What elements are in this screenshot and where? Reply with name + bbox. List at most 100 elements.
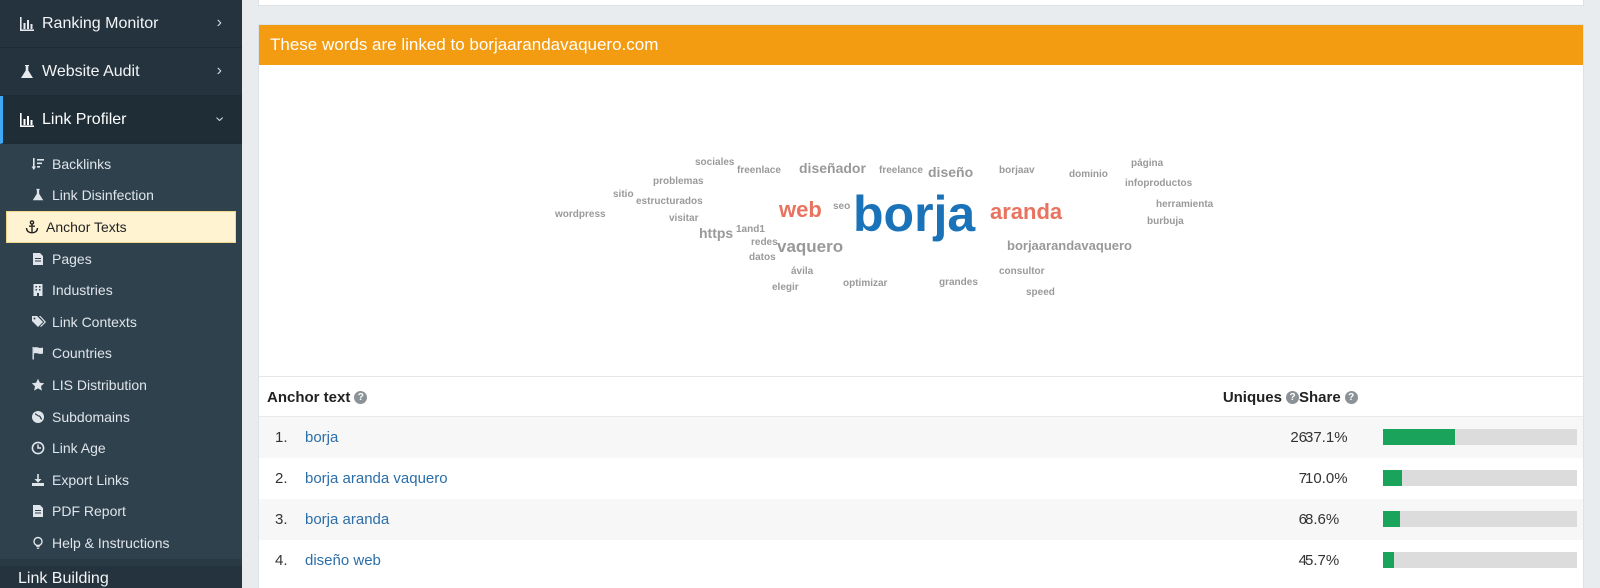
anchor-text-link[interactable]: diseño web bbox=[305, 552, 381, 569]
table-header: Anchor text ? Uniques ? Share ? bbox=[259, 377, 1583, 417]
anchor-table-body: 1. borja 26 37.1% 2. borja aranda vaquer… bbox=[259, 417, 1583, 581]
table-row: 4. diseño web 4 5.7% bbox=[259, 540, 1583, 581]
link-profiler-submenu: Backlinks Link Disinfection Anchor Texts… bbox=[0, 144, 242, 559]
row-number: 1. bbox=[275, 429, 288, 446]
cloud-word[interactable]: ávila bbox=[791, 267, 813, 277]
cloud-word[interactable]: freelance bbox=[879, 166, 923, 176]
cloud-word[interactable]: diseño bbox=[928, 165, 973, 179]
help-icon[interactable]: ? bbox=[1344, 391, 1358, 404]
sidebar-item-label: Link Age bbox=[52, 440, 106, 457]
sidebar-item-anchor-texts[interactable]: Anchor Texts bbox=[6, 211, 236, 243]
flag-icon bbox=[30, 345, 46, 361]
row-number: 4. bbox=[275, 552, 288, 569]
anchor-text-link[interactable]: borja bbox=[305, 429, 338, 446]
sidebar-item-label: Subdomains bbox=[52, 408, 130, 425]
anchor-text-link[interactable]: borja aranda vaquero bbox=[305, 470, 448, 487]
sidebar-item-link-contexts[interactable]: Link Contexts bbox=[6, 306, 236, 338]
cloud-word[interactable]: borja bbox=[853, 189, 975, 239]
sidebar-item-label: LIS Distribution bbox=[52, 376, 147, 393]
share-bar bbox=[1383, 511, 1577, 527]
flask-icon bbox=[30, 187, 46, 203]
row-number: 2. bbox=[275, 470, 288, 487]
globe-icon bbox=[30, 409, 46, 425]
cloud-word[interactable]: dominio bbox=[1069, 170, 1108, 180]
cloud-word[interactable]: freenlace bbox=[737, 166, 781, 176]
cloud-word[interactable]: aranda bbox=[990, 201, 1062, 223]
cloud-word[interactable]: problemas bbox=[653, 177, 704, 187]
cloud-word[interactable]: burbuja bbox=[1147, 217, 1184, 227]
nav-ranking-monitor[interactable]: Ranking Monitor › bbox=[0, 0, 242, 48]
cloud-word[interactable]: página bbox=[1131, 159, 1163, 169]
sidebar-item-industries[interactable]: Industries bbox=[6, 274, 236, 306]
header-share: Share ? bbox=[1299, 389, 1358, 406]
sidebar-item-help[interactable]: Help & Instructions bbox=[6, 527, 236, 559]
cloud-word[interactable]: 1and1 bbox=[736, 225, 765, 235]
cloud-word[interactable]: diseñador bbox=[799, 161, 866, 175]
cloud-word[interactable]: speed bbox=[1026, 288, 1055, 298]
share-percent: 37.1% bbox=[1305, 429, 1348, 446]
cloud-word[interactable]: herramienta bbox=[1156, 200, 1213, 210]
sidebar-item-countries[interactable]: Countries bbox=[6, 338, 236, 370]
sidebar-item-label: Backlinks bbox=[52, 155, 112, 172]
sidebar-item-label: Help & Instructions bbox=[52, 534, 170, 551]
sidebar-item-label: Countries bbox=[52, 345, 112, 362]
sidebar-item-label: Anchor Texts bbox=[46, 218, 127, 235]
sidebar-item-label: Industries bbox=[52, 282, 113, 299]
help-icon[interactable]: ? bbox=[1286, 391, 1299, 404]
sidebar-item-link-disinfection[interactable]: Link Disinfection bbox=[6, 180, 236, 212]
cloud-word[interactable]: sociales bbox=[695, 158, 734, 168]
share-percent: 8.6% bbox=[1305, 511, 1340, 528]
share-bar bbox=[1383, 552, 1577, 568]
sidebar-item-export-links[interactable]: Export Links bbox=[6, 464, 236, 496]
share-bar bbox=[1383, 429, 1577, 445]
sidebar-item-pages[interactable]: Pages bbox=[6, 243, 236, 275]
sidebar-item-lis-distribution[interactable]: LIS Distribution bbox=[6, 369, 236, 401]
table-row: 2. borja aranda vaquero 7 10.0% bbox=[259, 458, 1583, 499]
cloud-word[interactable]: vaquero bbox=[777, 238, 843, 255]
anchor-texts-panel: These words are linked to borjaarandavaq… bbox=[258, 24, 1584, 588]
sidebar-item-link-age[interactable]: Link Age bbox=[6, 432, 236, 464]
cloud-word[interactable]: wordpress bbox=[555, 210, 606, 220]
help-icon[interactable]: ? bbox=[354, 391, 368, 404]
nav-website-audit[interactable]: Website Audit › bbox=[0, 48, 242, 96]
table-row: 1. borja 26 37.1% bbox=[259, 417, 1583, 458]
nav-link-profiler[interactable]: Link Profiler › bbox=[0, 96, 242, 144]
row-number: 3. bbox=[275, 511, 288, 528]
sidebar-item-pdf-report[interactable]: PDF Report bbox=[6, 496, 236, 528]
sidebar-item-label: PDF Report bbox=[52, 503, 126, 520]
cloud-word[interactable]: datos bbox=[749, 253, 776, 263]
table-row: 3. borja aranda 6 8.6% bbox=[259, 499, 1583, 540]
previous-panel-bottom bbox=[258, 0, 1584, 6]
cloud-word[interactable]: web bbox=[779, 199, 822, 221]
cloud-word[interactable]: visitar bbox=[669, 214, 698, 224]
file-icon bbox=[30, 251, 46, 267]
chevron-right-icon: › bbox=[216, 62, 222, 79]
sidebar-item-label: Pages bbox=[52, 250, 92, 267]
chevron-right-icon: › bbox=[216, 14, 222, 31]
anchor-text-link[interactable]: borja aranda bbox=[305, 511, 389, 528]
cloud-word[interactable]: borjaarandavaquero bbox=[1007, 239, 1132, 252]
cloud-word[interactable]: estructurados bbox=[636, 197, 703, 207]
cloud-word[interactable]: optimizar bbox=[843, 279, 887, 289]
cloud-word[interactable]: grandes bbox=[939, 278, 978, 288]
cloud-word[interactable]: https bbox=[699, 226, 733, 240]
sidebar-item-subdomains[interactable]: Subdomains bbox=[6, 401, 236, 433]
sort-list-icon bbox=[30, 156, 46, 172]
cloud-word[interactable]: seo bbox=[833, 202, 850, 212]
cloud-word[interactable]: sitio bbox=[613, 190, 634, 200]
cloud-word[interactable]: elegir bbox=[772, 283, 799, 293]
cloud-word[interactable]: consultor bbox=[999, 267, 1045, 277]
flask-icon bbox=[18, 63, 36, 81]
cloud-word[interactable]: infoproductos bbox=[1125, 179, 1192, 189]
sidebar-item-backlinks[interactable]: Backlinks bbox=[6, 148, 236, 180]
share-bar-fill bbox=[1383, 552, 1395, 568]
cloud-word[interactable]: borjaav bbox=[999, 166, 1035, 176]
nav-label: Link Profiler bbox=[42, 110, 127, 128]
nav-link-building[interactable]: Link Building bbox=[0, 566, 242, 588]
bar-chart-icon bbox=[18, 15, 36, 33]
share-bar-fill bbox=[1383, 511, 1400, 527]
share-bar-fill bbox=[1383, 470, 1403, 486]
file-icon bbox=[30, 503, 46, 519]
cloud-word[interactable]: redes bbox=[751, 238, 778, 248]
header-anchor-text: Anchor text ? bbox=[267, 389, 368, 406]
